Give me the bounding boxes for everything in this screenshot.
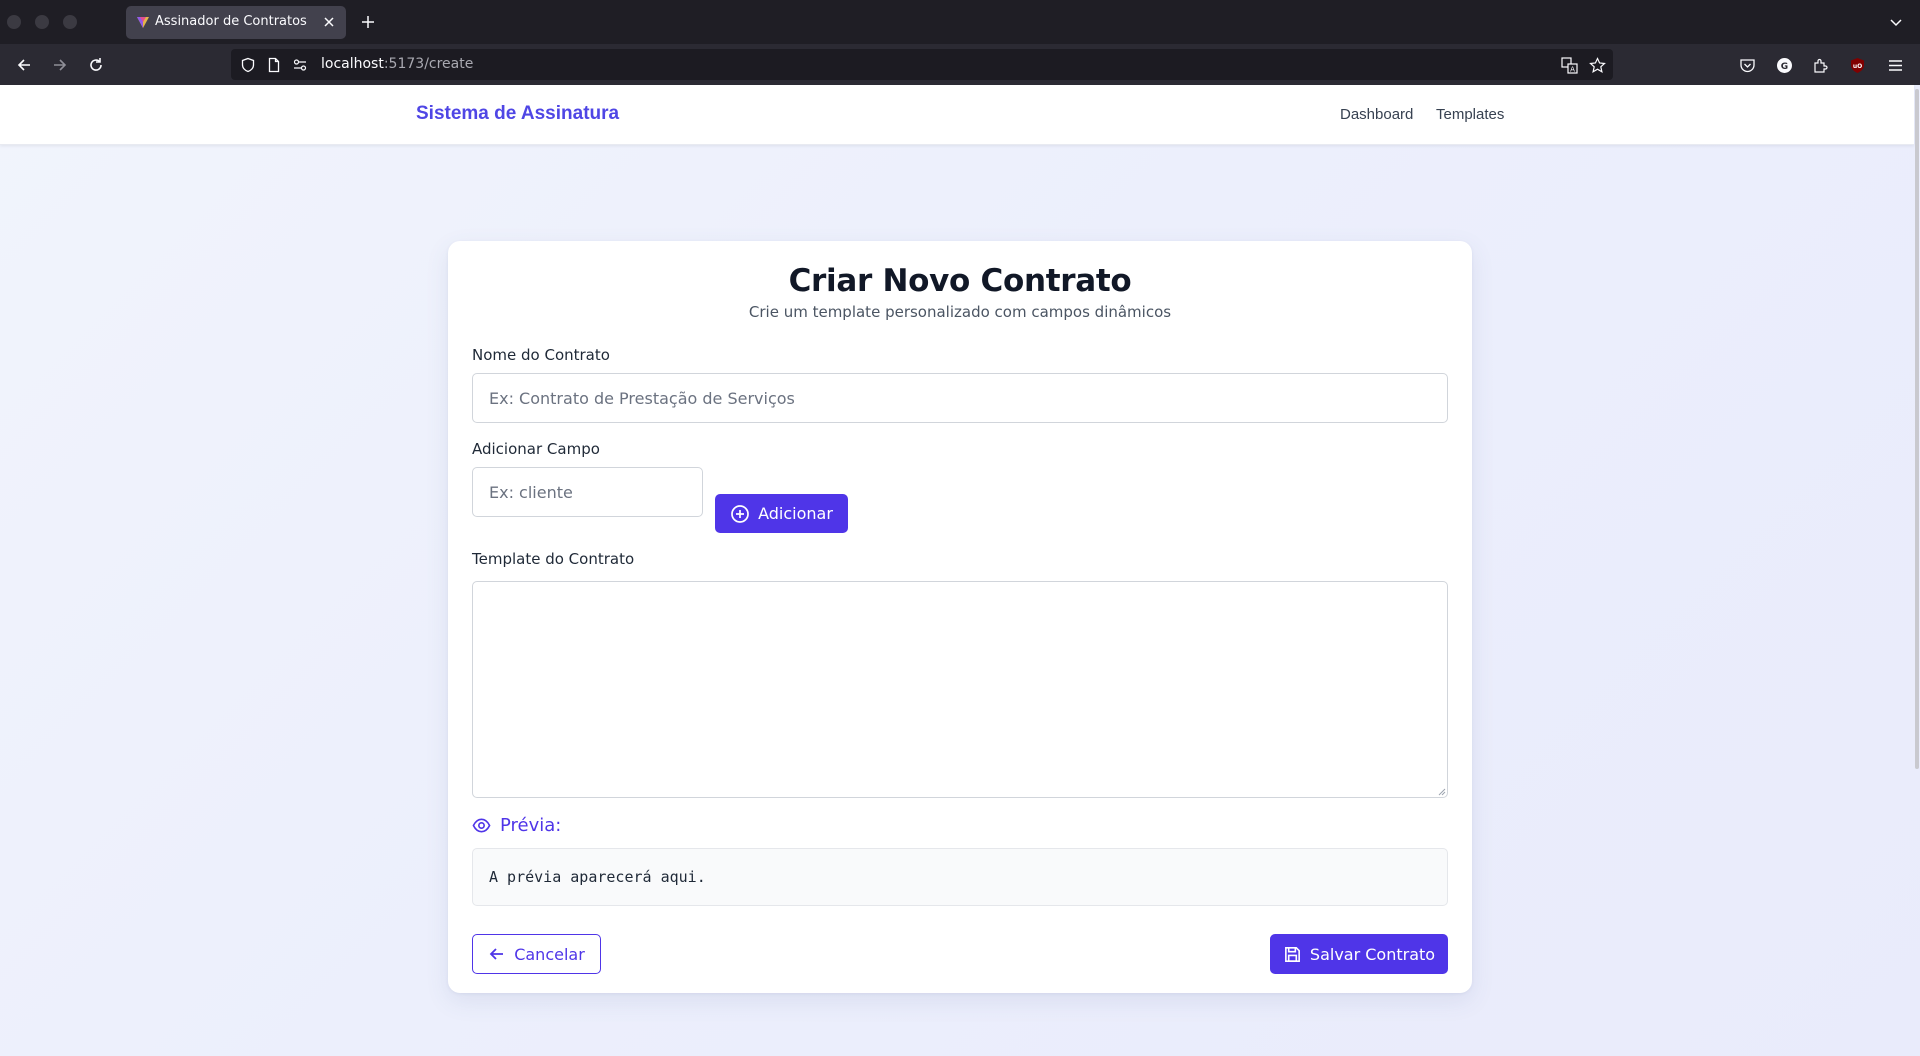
- save-contract-button[interactable]: Salvar Contrato: [1270, 934, 1448, 974]
- page-viewport: Sistema de Assinatura Dashboard Template…: [0, 85, 1920, 1056]
- page-scrollbar[interactable]: [1912, 85, 1920, 1056]
- window-close-button[interactable]: [7, 15, 21, 29]
- forward-arrow-icon[interactable]: [47, 52, 73, 78]
- extensions-puzzle-icon[interactable]: [1809, 54, 1831, 76]
- page-title: Criar Novo Contrato: [788, 263, 1132, 299]
- svg-text:G: G: [1780, 62, 1787, 72]
- nav-link-dashboard[interactable]: Dashboard: [1340, 106, 1413, 123]
- page-info-icon[interactable]: [265, 56, 283, 74]
- template-label: Template do Contrato: [472, 550, 635, 568]
- add-field-button[interactable]: Adicionar: [715, 494, 848, 533]
- arrow-left-icon: [488, 945, 506, 963]
- browser-toolbar: localhost:5173/create A G uO: [0, 44, 1920, 85]
- plus-circle-icon: [730, 504, 750, 524]
- new-tab-plus-icon[interactable]: [358, 12, 378, 32]
- preview-text: A prévia aparecerá aqui.: [489, 868, 706, 886]
- pocket-icon[interactable]: [1736, 54, 1758, 76]
- browser-tab-strip: Assinador de Contratos: [0, 0, 1920, 44]
- window-minimize-button[interactable]: [35, 15, 49, 29]
- cancel-button-label: Cancelar: [514, 944, 585, 964]
- address-bar[interactable]: localhost:5173/create A: [231, 49, 1613, 80]
- reload-icon[interactable]: [83, 52, 109, 78]
- svg-text:A: A: [1570, 65, 1575, 73]
- tab-close-icon[interactable]: [320, 13, 338, 31]
- preview-box: A prévia aparecerá aqui.: [472, 848, 1448, 906]
- svg-text:uO: uO: [1852, 63, 1861, 70]
- save-contract-button-label: Salvar Contrato: [1309, 944, 1436, 964]
- save-floppy-icon: [1283, 945, 1302, 964]
- ublock-origin-icon[interactable]: uO: [1846, 54, 1868, 76]
- url-text: localhost:5173/create: [321, 56, 473, 72]
- add-field-label: Adicionar Campo: [472, 440, 600, 458]
- site-favicon-icon: [136, 15, 150, 29]
- cancel-button[interactable]: Cancelar: [472, 934, 601, 974]
- contract-name-label: Nome do Contrato: [472, 346, 610, 364]
- template-textarea[interactable]: [472, 581, 1448, 798]
- nav-link-templates[interactable]: Templates: [1436, 106, 1504, 123]
- app-menu-hamburger-icon[interactable]: [1884, 54, 1906, 76]
- page-scrollbar-thumb[interactable]: [1915, 89, 1919, 769]
- brand-logo-link[interactable]: Sistema de Assinatura: [416, 103, 619, 125]
- create-contract-card: Criar Novo Contrato Crie um template per…: [448, 241, 1472, 993]
- page-subtitle: Crie um template personalizado com campo…: [748, 303, 1172, 321]
- contract-name-input[interactable]: [472, 373, 1448, 423]
- url-host: localhost: [321, 56, 384, 72]
- permissions-icon[interactable]: [291, 56, 309, 74]
- account-g-icon[interactable]: G: [1773, 54, 1795, 76]
- translate-icon[interactable]: A: [1560, 56, 1578, 74]
- window-maximize-button[interactable]: [63, 15, 77, 29]
- site-header: Sistema de Assinatura Dashboard Template…: [0, 85, 1914, 145]
- back-arrow-icon[interactable]: [11, 52, 37, 78]
- tab-title: Assinador de Contratos: [155, 14, 307, 29]
- tab-list-chevron-icon[interactable]: [1886, 12, 1906, 32]
- resize-grip-icon[interactable]: [1436, 786, 1446, 796]
- preview-label: Prévia:: [500, 815, 562, 836]
- url-path: :5173/create: [383, 56, 474, 72]
- field-name-input[interactable]: [472, 467, 703, 517]
- browser-tab-active[interactable]: Assinador de Contratos: [126, 6, 346, 39]
- eye-icon: [472, 816, 491, 835]
- preview-heading: Prévia:: [472, 815, 561, 836]
- add-field-button-label: Adicionar: [758, 504, 833, 523]
- bookmark-star-icon[interactable]: [1588, 56, 1606, 74]
- tracking-shield-icon[interactable]: [239, 56, 257, 74]
